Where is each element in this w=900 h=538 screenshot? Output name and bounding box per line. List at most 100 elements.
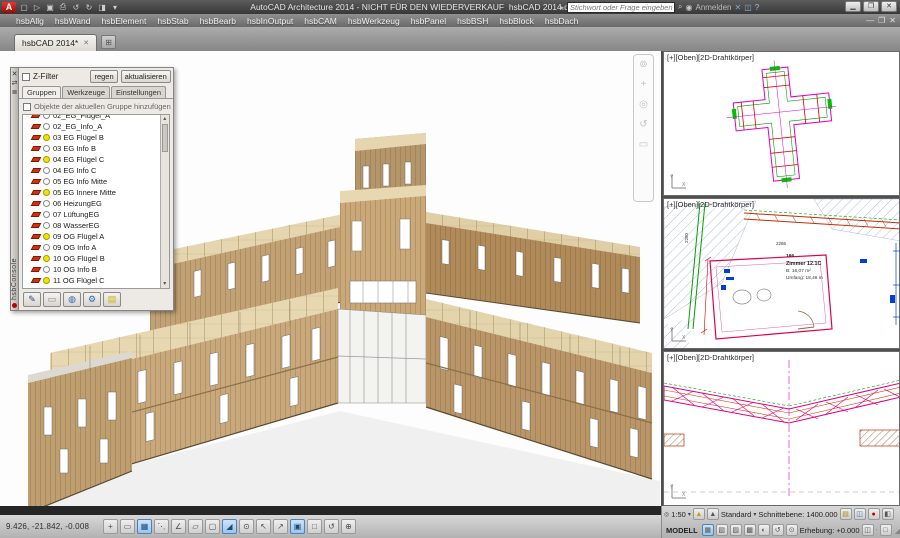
bulb-icon[interactable]: [43, 244, 50, 251]
osnap3d-toggle[interactable]: ▢: [205, 519, 220, 534]
settings-button[interactable]: ⚙: [83, 292, 101, 307]
otrack-toggle[interactable]: ◢: [222, 519, 237, 534]
coordinate-readout[interactable]: 9.426, -21.842, -0.008: [6, 522, 102, 531]
doc-close-icon[interactable]: ✕: [889, 16, 896, 25]
file-tab-hsbcad2014[interactable]: hsbCAD 2014* ✕: [14, 34, 97, 51]
polar-toggle[interactable]: ∠: [171, 519, 186, 534]
bulb-icon[interactable]: [43, 222, 50, 229]
regen-button[interactable]: regen: [90, 70, 117, 83]
bulb-icon[interactable]: [43, 167, 50, 174]
group-row[interactable]: 07 LüftungEG: [23, 209, 160, 220]
group-row[interactable]: 10 OG Info B: [23, 264, 160, 275]
elevation-value[interactable]: Erhebung: +0.000: [800, 526, 860, 535]
viewport-label[interactable]: [+][Oben][2D-Drahtkörper]: [667, 53, 754, 62]
status-tray-icon[interactable]: ◧: [882, 508, 894, 520]
bulb-icon[interactable]: [43, 200, 50, 207]
viewport-label[interactable]: [+][Oben][2D-Drahtkörper]: [667, 353, 754, 362]
palette-properties-icon[interactable]: ≣: [12, 88, 18, 97]
menu-hsbinoutput[interactable]: hsbInOutput: [247, 16, 293, 26]
group-row[interactable]: 09 OG Flügel A: [23, 231, 160, 242]
annotation-monitor-toggle[interactable]: ⊕: [341, 519, 356, 534]
workspace-icon[interactable]: ◨: [97, 3, 107, 12]
group-row[interactable]: 02_EG_Info_A: [23, 121, 160, 132]
autocad-logo-menu[interactable]: A: [2, 2, 16, 13]
osnap-toggle[interactable]: ▱: [188, 519, 203, 534]
palette-autohide-icon[interactable]: ⇄: [12, 79, 18, 88]
autoscale-icon[interactable]: ▲: [707, 508, 719, 520]
scroll-thumb[interactable]: [162, 124, 168, 152]
infer-constraints-toggle[interactable]: +: [103, 519, 118, 534]
layout1-icon[interactable]: ▧: [716, 524, 728, 536]
showmotion-icon[interactable]: ⊙: [786, 524, 798, 536]
minimize-button[interactable]: ▁: [845, 1, 861, 12]
group-row[interactable]: 04 EG Flügel C: [23, 154, 160, 165]
selection-cycling-toggle[interactable]: ↺: [324, 519, 339, 534]
bulb-icon[interactable]: [43, 114, 50, 119]
bulb-icon[interactable]: [43, 156, 50, 163]
navigation-bar[interactable]: ⊚ + ◎ ↺ ▭: [633, 54, 654, 202]
group-row[interactable]: 11 OG Flügel C: [23, 275, 160, 286]
box-select-button[interactable]: ▭: [43, 292, 61, 307]
list-scrollbar[interactable]: ▴ ▾: [160, 115, 169, 288]
menu-hsbstab[interactable]: hsbStab: [157, 16, 188, 26]
restore-button[interactable]: ❐: [863, 1, 879, 12]
bulb-icon[interactable]: [43, 178, 50, 185]
snap-toggle[interactable]: ▭: [120, 519, 135, 534]
viewport-label[interactable]: [+][Oben][2D-Drahtkörper]: [667, 200, 754, 209]
group-list[interactable]: 02_EG_Flügel_A 02_EG_Info_A 03 EG Flügel…: [23, 114, 160, 288]
layers-button[interactable]: ▤: [103, 292, 121, 307]
scroll-down-icon[interactable]: ▾: [161, 280, 169, 288]
doc-minimize-icon[interactable]: —: [866, 16, 874, 25]
viewport-top-plan[interactable]: [+][Oben][2D-Drahtkörper]: [663, 51, 900, 196]
bulb-icon[interactable]: [43, 266, 50, 273]
group-row[interactable]: 06 HeizungEG: [23, 198, 160, 209]
annotation-visibility-icon[interactable]: ▲: [693, 508, 705, 520]
transparency-toggle[interactable]: □: [307, 519, 322, 534]
scroll-up-icon[interactable]: ▴: [161, 115, 169, 123]
add-to-group-checkbox[interactable]: [23, 103, 31, 111]
bulb-icon[interactable]: [43, 255, 50, 262]
group-row[interactable]: 03 EG Flügel B: [23, 132, 160, 143]
group-row[interactable]: 10 OG Flügel B: [23, 253, 160, 264]
menu-hsbbsh[interactable]: hsbBSH: [457, 16, 488, 26]
menu-hsbelement[interactable]: hsbElement: [101, 16, 146, 26]
scale-dropdown-icon[interactable]: ▾: [688, 511, 691, 518]
bulb-icon[interactable]: [43, 134, 50, 141]
menu-hsbwerkzeug[interactable]: hsbWerkzeug: [348, 16, 400, 26]
viewport-section[interactable]: [+][Oben][2D-Drahtkörper]: [663, 351, 900, 506]
close-button[interactable]: ✕: [881, 1, 897, 12]
cutplane-value[interactable]: Schnittebene: 1400.000: [758, 510, 837, 519]
menu-hsbcam[interactable]: hsbCAM: [304, 16, 337, 26]
isolate-objects-icon[interactable]: ▤: [840, 508, 852, 520]
new-file-icon[interactable]: ▢: [19, 3, 29, 12]
group-row[interactable]: 11 OG Info C: [23, 286, 160, 288]
elevation-icon[interactable]: ◫: [862, 524, 874, 536]
full-nav-wheel-icon[interactable]: ⊚: [639, 59, 647, 70]
menu-hsballg[interactable]: hsbAllg: [16, 16, 44, 26]
group-row[interactable]: 05 EG Info Mitte: [23, 176, 160, 187]
signin-link[interactable]: Anmelden: [695, 3, 731, 12]
menu-hsbbearb[interactable]: hsbBearb: [200, 16, 236, 26]
zoom-icon[interactable]: ◎: [639, 99, 648, 110]
dyn-input-toggle[interactable]: ↗: [273, 519, 288, 534]
bulb-icon[interactable]: [43, 277, 50, 284]
lineweight-toggle[interactable]: ▣: [290, 519, 305, 534]
menu-hsbblock[interactable]: hsbBlock: [499, 16, 534, 26]
bulb-icon[interactable]: [43, 211, 50, 218]
redo-icon[interactable]: ↻: [84, 3, 94, 12]
filter-edit-button[interactable]: ✎: [23, 292, 41, 307]
group-row[interactable]: 04 EG Info C: [23, 165, 160, 176]
viewport-floorplan[interactable]: [+][Oben][2D-Drahtkörper]: [663, 198, 900, 349]
ortho-toggle[interactable]: ⋱: [154, 519, 169, 534]
group-row[interactable]: 08 WasserEG: [23, 220, 160, 231]
bulb-icon[interactable]: [43, 123, 50, 130]
group-row[interactable]: 05 EG Innere Mitte: [23, 187, 160, 198]
config-dropdown-icon[interactable]: ▾: [753, 511, 756, 518]
save-icon[interactable]: ▣: [45, 3, 55, 12]
exchange-icon[interactable]: ✕: [735, 3, 742, 12]
search-input[interactable]: [567, 2, 675, 13]
bulb-icon[interactable]: [43, 233, 50, 240]
plot-icon[interactable]: ⎙: [58, 2, 68, 12]
display-config-select[interactable]: Standard: [721, 510, 751, 519]
group-row[interactable]: 03 EG Info B: [23, 143, 160, 154]
